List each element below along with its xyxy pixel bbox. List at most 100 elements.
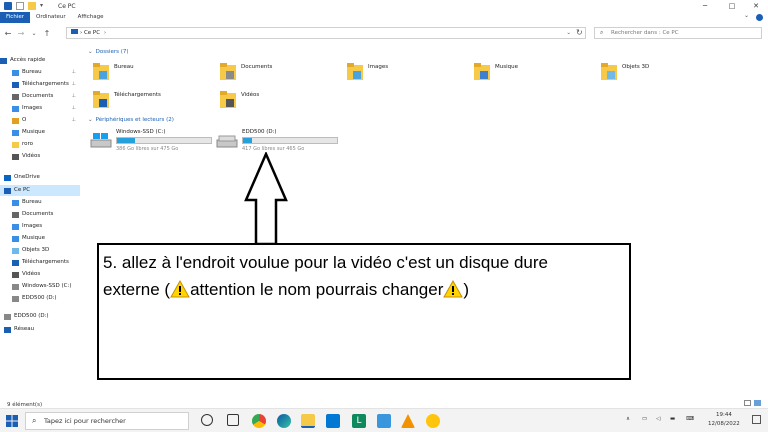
pin-icon[interactable]: ⊥ [72,67,76,78]
battery-icon[interactable]: ▬ [670,416,675,422]
language-icon[interactable]: ⌨ [686,416,694,422]
start-button[interactable] [6,415,18,427]
folder-item[interactable]: Objets 3D [600,62,720,88]
close-button[interactable]: ✕ [744,0,768,12]
taskbar-search[interactable]: ⌕ Tapez ici pour rechercher [25,412,189,430]
sidebar-item-20[interactable]: EDD500 (D:) [0,311,80,322]
sidebar-item-16[interactable]: Téléchargements [0,257,80,268]
large-icons-view-icon[interactable] [754,400,761,406]
cortana-icon[interactable] [201,414,213,426]
folder-item[interactable]: Téléchargements [92,90,212,116]
store-icon[interactable] [326,414,340,428]
minimize-button[interactable]: ─ [693,0,717,12]
pin-icon[interactable]: ⊥ [72,91,76,102]
sidebar-item-11[interactable]: Bureau [0,197,80,208]
app-icon[interactable] [377,414,391,428]
ribbon-expand-icon[interactable]: ⌄ [744,12,749,19]
sidebar-item-3[interactable]: Documents ⊥ [0,91,80,102]
up-arrow-annotation [244,152,288,246]
new-folder-icon[interactable] [28,2,36,10]
drive-usage-fill [117,138,135,143]
search-icon: ⌕ [32,416,37,425]
sidebar-item-19[interactable]: EDD500 (D:) [0,293,80,304]
sidebar-item-0[interactable]: Accès rapide [0,55,80,66]
folder-label: Images [368,64,389,70]
sidebar-item-2[interactable]: Téléchargements ⊥ [0,79,80,90]
sidebar-item-label: Musique [22,129,45,135]
sidebar-item-13[interactable]: Images [0,221,80,232]
file-explorer-icon[interactable] [301,414,315,428]
pin-icon[interactable]: ⊥ [72,103,76,114]
tray-chevron-icon[interactable]: ∧ [626,416,630,422]
folder-item[interactable]: Vidéos [219,90,339,116]
sidebar-item-4[interactable]: Images ⊥ [0,103,80,114]
tab-ordinateur[interactable]: Ordinateur [30,12,72,23]
folder-item[interactable]: Images [346,62,466,88]
sidebar-item-icon [12,105,19,112]
address-bar[interactable]: › Ce PC › ⌄ [66,27,586,39]
edge-icon[interactable] [277,414,291,428]
address-dropdown-icon[interactable]: ⌄ [566,28,571,38]
recent-locations-button[interactable]: ⌄ [29,30,39,37]
chrome-icon[interactable] [252,414,266,428]
folders-group-header[interactable]: ⌄ Dossiers (7) [88,49,129,55]
volume-icon[interactable]: ◁ [656,416,660,422]
sidebar-item-9[interactable]: OneDrive [0,172,80,183]
clock-date[interactable]: 12/08/2022 [708,421,740,427]
drive-usage-fill [243,138,253,143]
sidebar-item-21[interactable]: Réseau [0,324,80,335]
tab-fichier[interactable]: Fichier [0,12,30,23]
address-chevron-2[interactable]: › [104,30,106,36]
folder-icon [93,63,109,80]
notification-icon[interactable] [752,415,761,424]
help-icon[interactable] [756,14,763,21]
maximize-button[interactable]: □ [720,0,744,12]
folder-item[interactable]: Musique [473,62,593,88]
properties-icon[interactable] [16,2,24,10]
sidebar-item-15[interactable]: Objets 3D [0,245,80,256]
sidebar-item-1[interactable]: Bureau ⊥ [0,67,80,78]
sidebar-item-label: Accès rapide [10,57,46,63]
sidebar-item-17[interactable]: Vidéos [0,269,80,280]
quick-access-dropdown-icon[interactable]: ▾ [40,2,48,10]
drive-item[interactable]: Windows-SSD (C:) 386 Go libres sur 475 Go [90,129,220,159]
details-view-icon[interactable] [744,400,751,406]
sidebar-item-icon [4,187,11,194]
sidebar-item-7[interactable]: roro [0,139,80,150]
ribbon-tabs: Fichier Ordinateur Affichage ⌄ [0,12,768,23]
explorer-icon[interactable] [4,2,12,10]
refresh-button[interactable]: ↻ [576,28,583,37]
sidebar-item-label: Téléchargements [22,81,69,87]
back-button[interactable]: ← [3,29,13,38]
sidebar-item-14[interactable]: Musique [0,233,80,244]
vlc-icon[interactable] [401,414,415,428]
sidebar-item-12[interactable]: Documents [0,209,80,220]
task-view-icon[interactable] [227,414,239,426]
sidebar-item-5[interactable]: O ⊥ [0,115,80,126]
folder-item[interactable]: Documents [219,62,339,88]
tab-affichage[interactable]: Affichage [72,12,110,23]
sidebar-item-8[interactable]: Vidéos [0,151,80,162]
address-text: Ce PC [83,30,101,36]
sidebar-item-6[interactable]: Musique [0,127,80,138]
app-l-icon[interactable]: L [352,414,366,428]
this-pc-icon [71,29,78,34]
folder-label: Téléchargements [114,92,161,98]
sidebar-item-label: Windows-SSD (C:) [22,283,72,289]
address-chevron[interactable]: › [80,30,82,36]
sidebar-item-10[interactable]: Ce PC [0,185,80,196]
window-title: Ce PC [58,2,76,10]
sidebar-item-18[interactable]: Windows-SSD (C:) [0,281,80,292]
search-input[interactable]: ⌕ Rechercher dans : Ce PC [594,27,762,39]
forward-button[interactable]: → [16,29,26,38]
network-icon[interactable]: ▭ [642,416,647,422]
pin-icon[interactable]: ⊥ [72,115,76,126]
app-icon-2[interactable] [426,414,440,428]
folder-item[interactable]: Bureau [92,62,212,88]
warning-icon [443,280,464,298]
search-icon: ⌕ [600,29,604,36]
pin-icon[interactable]: ⊥ [72,79,76,90]
up-button[interactable]: ↑ [42,29,52,38]
drives-group-header[interactable]: ⌄ Périphériques et lecteurs (2) [88,117,174,123]
clock-time[interactable]: 19:44 [716,412,732,418]
